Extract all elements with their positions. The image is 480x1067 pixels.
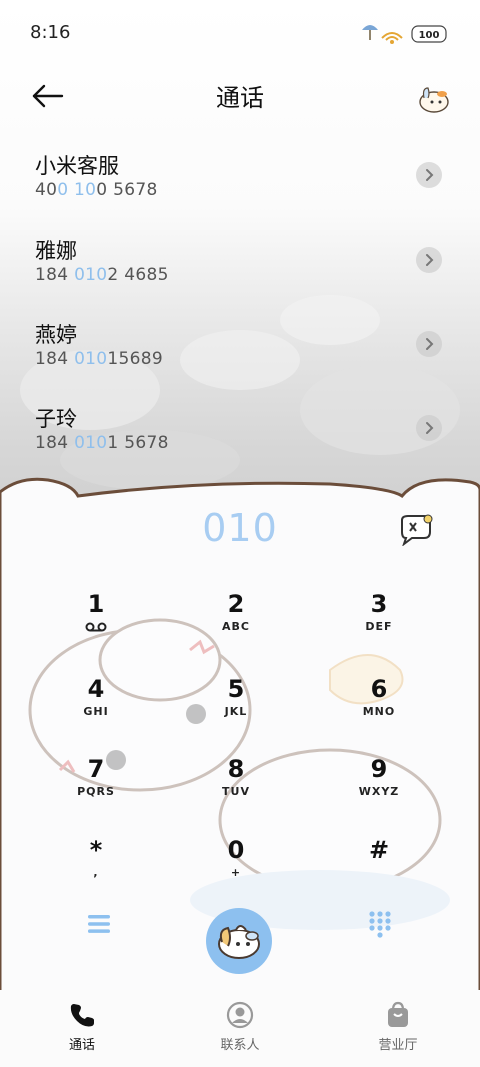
header: 通话 (0, 66, 480, 126)
contact-name: 子玲 (35, 407, 77, 431)
page-title: 通话 (216, 84, 264, 112)
key-digit: 7 (87, 755, 105, 783)
phone-icon (70, 1004, 94, 1027)
nav-item-service-hall[interactable]: 营业厅 (338, 1000, 458, 1053)
number-match: 010 (74, 265, 108, 285)
key-digit: 6 (370, 675, 388, 703)
call-button[interactable] (206, 908, 272, 974)
key-digit: 9 (370, 755, 388, 783)
contact-row[interactable]: 子玲 184 0101 5678 (0, 387, 480, 467)
key-digit: 0 (227, 836, 245, 864)
contact-name: 燕婷 (35, 323, 77, 347)
key-digit: 3 (370, 590, 388, 618)
key-digit: 2 (227, 590, 245, 618)
status-bar: 8:16 100 (0, 0, 480, 66)
key-3[interactable]: 3 DEF (309, 590, 449, 660)
nav-item-calls[interactable]: 通话 (22, 1000, 142, 1053)
key-letters: , (93, 866, 99, 879)
contact-row[interactable]: 雅娜 184 0102 4685 (0, 219, 480, 299)
number-match: 010 (74, 433, 108, 453)
number-part: 184 (35, 433, 75, 453)
message-icon[interactable] (398, 514, 434, 546)
key-4[interactable]: 4 GHI (26, 675, 166, 745)
dialpad-toggle-icon[interactable] (368, 910, 392, 938)
umbrella-icon (362, 25, 378, 40)
key-7[interactable]: 7 PQRS (26, 755, 166, 825)
dialer-panel: 010 1 2 ABC 3 DEF 4 GHI 5 JKL 6 MNO 7 PQ… (0, 470, 480, 1067)
key-0[interactable]: 0 + (166, 836, 306, 906)
number-part: 15689 (107, 349, 164, 369)
key-letters: WXYZ (358, 785, 400, 798)
person-icon (226, 1001, 254, 1029)
contact-row[interactable]: 小米客服 400 100 5678 (0, 134, 480, 214)
key-letters: DEF (365, 620, 393, 633)
chevron-right-icon[interactable] (416, 247, 442, 273)
number-part: 0 5678 (96, 180, 158, 200)
key-letters: + (230, 866, 242, 879)
contact-number: 184 0102 4685 (35, 265, 169, 285)
wifi-icon (381, 32, 403, 44)
key-6[interactable]: 6 MNO (309, 675, 449, 745)
theme-mascot-icon[interactable] (412, 76, 452, 116)
key-1[interactable]: 1 (26, 590, 166, 660)
number-match: 010 (74, 349, 108, 369)
nav-label: 营业厅 (378, 1038, 418, 1053)
key-digit: 4 (87, 675, 105, 703)
number-part: 2 4685 (107, 265, 169, 285)
key-digit: 5 (227, 675, 245, 703)
mascot-call-icon (218, 925, 260, 959)
status-time: 8:16 (30, 22, 71, 43)
contact-number: 400 100 5678 (35, 180, 158, 200)
number-part: 1 5678 (107, 433, 169, 453)
key-letters: GHI (83, 705, 109, 718)
shopping-bag-icon (388, 1001, 408, 1027)
chevron-right-icon[interactable] (416, 415, 442, 441)
key-letters: TUV (222, 785, 250, 798)
chevron-right-icon[interactable] (416, 162, 442, 188)
key-digit: * (89, 836, 103, 864)
menu-icon[interactable] (86, 912, 112, 936)
number-part: 40 (35, 180, 58, 200)
key-letters: ABC (222, 620, 250, 633)
key-digit: # (368, 836, 390, 864)
key-9[interactable]: 9 WXYZ (309, 755, 449, 825)
bottom-navigation: 通话 联系人 营业厅 (0, 990, 480, 1067)
nav-label: 通话 (68, 1038, 95, 1053)
number-match: 0 10 (57, 180, 97, 200)
key-letters: PQRS (77, 785, 115, 798)
number-part: 184 (35, 349, 75, 369)
key-5[interactable]: 5 JKL (166, 675, 306, 745)
key-digit: 8 (227, 755, 245, 783)
key-2[interactable]: 2 ABC (166, 590, 306, 660)
key-hash[interactable]: # (309, 836, 449, 906)
nav-item-contacts[interactable]: 联系人 (180, 1000, 300, 1053)
contact-name: 雅娜 (35, 239, 77, 263)
contact-row[interactable]: 燕婷 184 01015689 (0, 303, 480, 383)
number-part: 184 (35, 265, 75, 285)
chevron-right-icon[interactable] (416, 331, 442, 357)
key-8[interactable]: 8 TUV (166, 755, 306, 825)
contact-name: 小米客服 (35, 154, 119, 178)
key-digit: 1 (87, 590, 105, 618)
nav-label: 联系人 (220, 1038, 260, 1053)
key-letters: MNO (362, 705, 396, 718)
contact-number: 184 01015689 (35, 349, 163, 369)
key-star[interactable]: * , (26, 836, 166, 906)
battery-level: 100 (419, 30, 440, 41)
status-icons: 100 (362, 25, 447, 44)
key-letters: JKL (224, 705, 248, 718)
voicemail-icon (85, 622, 107, 632)
battery-icon: 100 (411, 25, 447, 43)
contact-number: 184 0101 5678 (35, 433, 169, 453)
